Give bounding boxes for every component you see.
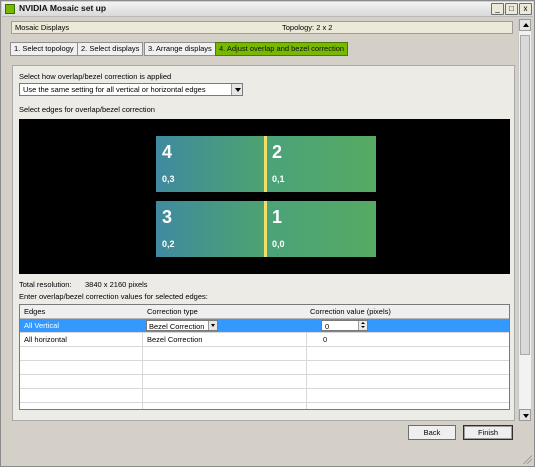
header-panel: Mosaic Displays Topology: 2 x 2: [11, 21, 513, 34]
display-coordinates: 0,3: [162, 174, 175, 184]
chevron-down-icon[interactable]: [231, 84, 242, 95]
resize-grip-icon[interactable]: [522, 454, 532, 464]
scroll-up-icon[interactable]: [519, 19, 531, 31]
total-resolution-value: 3840 x 2160 pixels: [85, 280, 148, 289]
minimize-icon: _: [495, 4, 500, 13]
scroll-down-icon[interactable]: [519, 409, 531, 421]
edge-name: All horizontal: [24, 335, 67, 344]
finish-button[interactable]: Finish: [463, 425, 513, 440]
display-tile-4[interactable]: 4 0,3: [156, 136, 266, 192]
apply-mode-label: Select how overlap/bezel correction is a…: [19, 72, 172, 81]
display-tile-3[interactable]: 3 0,2: [156, 201, 266, 257]
chevron-down-icon[interactable]: [208, 321, 217, 330]
empty-table-row: [20, 361, 509, 375]
apply-mode-select[interactable]: Use the same setting for all vertical or…: [19, 83, 243, 96]
display-layout-canvas: 4 0,3 2 0,1 3 0,2 1 0,0: [19, 119, 510, 274]
header-edges[interactable]: Edges: [24, 307, 45, 316]
scroll-thumb[interactable]: [520, 35, 530, 355]
display-tile-2[interactable]: 2 0,1: [266, 136, 376, 192]
total-resolution-label: Total resolution:: [19, 280, 72, 289]
window-title: NVIDIA Mosaic set up: [19, 3, 107, 13]
nvidia-app-icon: [5, 4, 15, 14]
correction-type-select[interactable]: Bezel Correction: [146, 320, 218, 331]
empty-table-row: [20, 347, 509, 361]
nvidia-mosaic-window: NVIDIA Mosaic set up _ □ x Mosaic Displa…: [0, 0, 535, 467]
display-coordinates: 0,2: [162, 239, 175, 249]
correction-type-value: Bezel Correction: [147, 335, 203, 344]
bezel-correction-panel: Select how overlap/bezel correction is a…: [12, 65, 515, 421]
edges-selection-label: Select edges for overlap/bezel correctio…: [19, 105, 155, 114]
display-tile-1[interactable]: 1 0,0: [266, 201, 376, 257]
correction-value: 0: [323, 335, 328, 344]
tab-select-topology[interactable]: 1. Select topology: [10, 42, 78, 56]
horizontal-edge[interactable]: [156, 195, 376, 199]
correction-value: 0: [325, 322, 330, 331]
header-correction-value[interactable]: Correction value (pixels): [310, 307, 391, 316]
minimize-button[interactable]: _: [491, 3, 504, 15]
header-title: Mosaic Displays: [15, 23, 70, 32]
back-button[interactable]: Back: [408, 425, 456, 440]
increment-icon[interactable]: [361, 322, 365, 324]
close-button[interactable]: x: [519, 3, 532, 15]
correction-table: Edges Correction type Correction value (…: [19, 304, 510, 410]
display-number: 1: [272, 207, 283, 227]
correction-value-input[interactable]: 0: [321, 320, 368, 331]
display-number: 4: [162, 142, 173, 162]
tab-select-displays[interactable]: 2. Select displays: [77, 42, 144, 56]
display-number: 2: [272, 142, 283, 162]
edge-name: All Vertical: [24, 321, 60, 330]
maximize-button[interactable]: □: [505, 3, 518, 15]
close-icon: x: [523, 4, 528, 13]
display-coordinates: 0,0: [272, 239, 285, 249]
empty-table-row: [20, 375, 509, 389]
wizard-content: Mosaic Displays Topology: 2 x 2 1. Selec…: [4, 19, 515, 421]
table-row[interactable]: All horizontal Bezel Correction 0: [20, 333, 509, 347]
tab-adjust-overlap-bezel[interactable]: 4. Adjust overlap and bezel correction: [215, 42, 349, 56]
decrement-icon[interactable]: [361, 326, 365, 328]
maximize-icon: □: [509, 4, 514, 13]
table-header-row: Edges Correction type Correction value (…: [20, 305, 509, 319]
correction-values-label: Enter overlap/bezel correction values fo…: [19, 292, 208, 301]
value-stepper[interactable]: [358, 321, 367, 330]
vertical-scrollbar[interactable]: [518, 19, 531, 421]
tab-arrange-displays[interactable]: 3. Arrange displays: [144, 42, 216, 56]
correction-type-value: Bezel Correction: [149, 322, 205, 331]
apply-mode-value: Use the same setting for all vertical or…: [23, 85, 206, 94]
title-bar: NVIDIA Mosaic set up _ □ x: [2, 2, 533, 17]
table-row[interactable]: All Vertical Bezel Correction 0: [20, 319, 509, 333]
vertical-edge-bottom[interactable]: [264, 201, 267, 257]
vertical-edge-top[interactable]: [264, 136, 267, 192]
display-coordinates: 0,1: [272, 174, 285, 184]
topology-summary: Topology: 2 x 2: [282, 23, 333, 32]
header-correction-type[interactable]: Correction type: [147, 307, 198, 316]
empty-table-row: [20, 389, 509, 403]
display-number: 3: [162, 207, 173, 227]
